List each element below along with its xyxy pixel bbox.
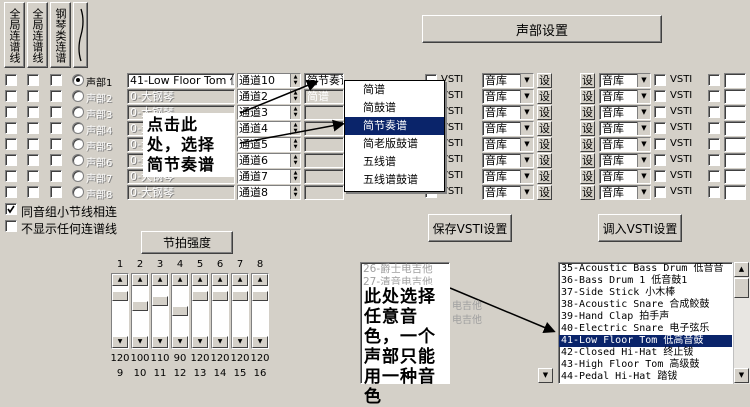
beat-number-top: 4 (176, 259, 184, 270)
beat-value: 110 (150, 353, 170, 364)
slider-thumb[interactable] (132, 301, 148, 311)
slider-thumb[interactable] (172, 306, 188, 316)
slider-thumb[interactable] (212, 291, 228, 301)
beat-strength-button[interactable]: 节拍强度 (141, 231, 233, 254)
slider-down-arrow-icon[interactable]: ▼ (212, 336, 228, 348)
beat-number-top: 6 (216, 259, 224, 270)
list-item[interactable]: 40-Electric Snare 电子弦乐 (559, 323, 732, 335)
slider-up-arrow-icon[interactable]: ▲ (232, 274, 248, 286)
slider-thumb[interactable] (232, 291, 248, 301)
list-item[interactable]: 36-Bass Drum 1 低音鼓1 (559, 275, 732, 287)
list-item[interactable]: 38-Acoustic Snare 合成鲛鼓 (559, 299, 732, 311)
slider-down-arrow-icon[interactable]: ▼ (172, 336, 188, 348)
list-item[interactable]: 43-High Floor Tom 高级鼓 (559, 359, 732, 371)
list-item[interactable]: 42-Closed Hi-Hat 终止钹 (559, 347, 732, 359)
right-list-scrollbar[interactable]: ▲ ▼ (733, 262, 750, 384)
scroll-up-arrow-icon[interactable]: ▲ (734, 262, 749, 277)
slider-down-arrow-icon[interactable]: ▼ (232, 336, 248, 348)
beat-value: 120 (190, 353, 210, 364)
beat-value: 100 (130, 353, 150, 364)
slider-down-arrow-icon[interactable]: ▼ (132, 336, 148, 348)
slider-down-arrow-icon[interactable]: ▼ (152, 336, 168, 348)
beat-slider-track[interactable]: ▲ ▼ (151, 273, 169, 349)
annotation-select-timbre: 此处选择任意音色，一个声部只能用一种音色 (362, 285, 450, 407)
beat-number-bottom: 15 (233, 368, 247, 379)
beat-slider-track[interactable]: ▲ ▼ (251, 273, 269, 349)
no-ties-checkbox[interactable] (5, 220, 17, 232)
beat-value: 90 (173, 353, 187, 364)
scroll-thumb[interactable] (734, 278, 749, 298)
list-item[interactable]: 41-Low Floor Tom 低高音鼓 (559, 335, 732, 347)
no-ties-label: 不显示任何连谱线 (21, 222, 118, 236)
slider-down-arrow-icon[interactable]: ▼ (192, 336, 208, 348)
slider-down-arrow-icon[interactable]: ▼ (112, 336, 128, 348)
slider-up-arrow-icon[interactable]: ▲ (252, 274, 268, 286)
list-item[interactable]: 35-Acoustic Bass Drum 低音音 (559, 263, 732, 275)
beat-number-bottom: 14 (213, 368, 227, 379)
list-item[interactable]: 37-Side Stick 小木棒 (559, 287, 732, 299)
beat-value: 120 (110, 353, 130, 364)
beat-number-top: 7 (236, 259, 244, 270)
beat-number-bottom: 13 (193, 368, 207, 379)
load-vsti-button[interactable]: 调入VSTI设置 (598, 214, 682, 242)
beat-slider-track[interactable]: ▲ ▼ (171, 273, 189, 349)
list-partial-text-2: 电吉他 (452, 315, 482, 326)
instrument-list-right[interactable]: 35-Acoustic Bass Drum 低音音 36-Bass Drum 1 … (558, 262, 733, 384)
beat-number-bottom: 16 (253, 368, 267, 379)
beat-number-top: 8 (256, 259, 264, 270)
beat-number-top: 2 (136, 259, 144, 270)
list-item[interactable]: 26-爵士电吉他 (361, 263, 449, 276)
beat-slider-track[interactable]: ▲ ▼ (231, 273, 249, 349)
slider-up-arrow-icon[interactable]: ▲ (192, 274, 208, 286)
beat-number-bottom: 12 (173, 368, 187, 379)
beat-number-bottom: 9 (116, 368, 124, 379)
slider-thumb[interactable] (152, 296, 168, 306)
scroll-down-arrow-icon[interactable]: ▼ (734, 368, 749, 383)
slider-thumb[interactable] (252, 291, 268, 301)
beat-number-top: 3 (156, 259, 164, 270)
slider-thumb[interactable] (112, 291, 128, 301)
slider-up-arrow-icon[interactable]: ▲ (132, 274, 148, 286)
beat-number-bottom: 11 (153, 368, 167, 379)
beat-number-top: 1 (116, 259, 124, 270)
same-group-barline-label: 同音组小节线相连 (21, 205, 118, 219)
slider-up-arrow-icon[interactable]: ▲ (152, 274, 168, 286)
beat-number-bottom: 10 (133, 368, 147, 379)
slider-up-arrow-icon[interactable]: ▲ (172, 274, 188, 286)
beat-value: 120 (230, 353, 250, 364)
slider-down-arrow-icon[interactable]: ▼ (252, 336, 268, 348)
list-item[interactable]: 39-Hand Clap 拍手声 (559, 311, 732, 323)
slider-up-arrow-icon[interactable]: ▲ (112, 274, 128, 286)
same-group-barline-checkbox[interactable] (5, 203, 17, 215)
annotation-bottom-text: 此处选择任意音色，一个声部只能用一种音色 (364, 287, 436, 407)
slider-thumb[interactable] (192, 291, 208, 301)
beat-value: 120 (210, 353, 230, 364)
beat-slider-track[interactable]: ▲ ▼ (111, 273, 129, 349)
save-vsti-button[interactable]: 保存VSTI设置 (428, 214, 512, 242)
beat-slider-track[interactable]: ▲ ▼ (191, 273, 209, 349)
checkmark-icon (7, 205, 15, 214)
beat-number-top: 5 (196, 259, 204, 270)
beat-slider-track[interactable]: ▲ ▼ (131, 273, 149, 349)
beat-slider-track[interactable]: ▲ ▼ (211, 273, 229, 349)
list-item[interactable]: 44-Pedal Hi-Hat 踏钹 (559, 371, 732, 383)
scroll-down-arrow-icon[interactable]: ▼ (538, 368, 553, 383)
beat-value: 120 (250, 353, 270, 364)
slider-up-arrow-icon[interactable]: ▲ (212, 274, 228, 286)
list-partial-text-1: 电吉他 (452, 301, 482, 312)
